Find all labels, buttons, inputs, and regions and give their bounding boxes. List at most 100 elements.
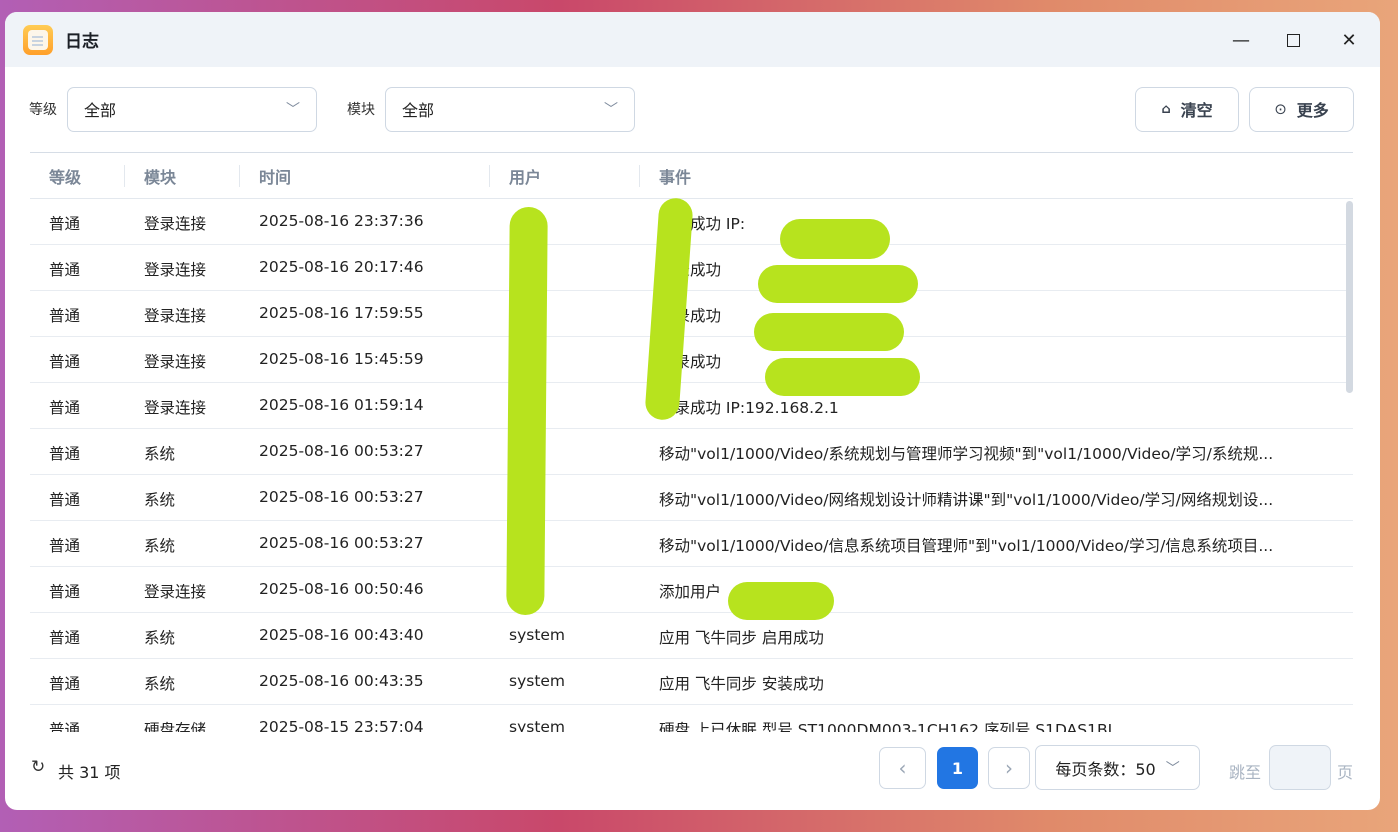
page-size-value: 每页条数：50 xyxy=(1055,759,1156,779)
cell-time: 2025-08-16 00:43:40 xyxy=(259,626,424,644)
cell-event: 应用 飞牛同步 启用成功 xyxy=(659,629,824,647)
module-filter-label: 模块 xyxy=(347,102,375,118)
cell-time: 2025-08-16 20:17:46 xyxy=(259,258,424,276)
maximize-button[interactable] xyxy=(1279,26,1307,54)
cell-time: 2025-08-16 00:50:46 xyxy=(259,580,424,598)
cell-level: 普通 xyxy=(49,583,81,601)
redaction-mark xyxy=(506,206,548,616)
header-user[interactable]: 用户 xyxy=(509,165,541,187)
cell-level: 普通 xyxy=(49,353,81,371)
cell-event: 移动"vol1/1000/Video/系统规划与管理师学习视频"到"vol1/1… xyxy=(659,445,1274,463)
more-button[interactable]: ⊙ 更多 xyxy=(1249,86,1354,132)
header-module[interactable]: 模块 xyxy=(144,165,176,187)
chevron-down-icon: ﹀ xyxy=(1165,760,1180,777)
cell-module: 登录连接 xyxy=(144,353,207,371)
cell-event: 应用 飞牛同步 安装成功 xyxy=(659,675,824,693)
table-row[interactable]: 普通 系统 2025-08-16 00:53:27 移动"vol1/1000/Vide… xyxy=(30,429,1353,475)
more-label: 更多 xyxy=(1296,101,1329,120)
next-page-button[interactable]: › xyxy=(988,747,1030,789)
level-filter-label: 等级 xyxy=(29,102,57,118)
cell-level: 普通 xyxy=(49,537,81,555)
cell-module: 登录连接 xyxy=(144,307,207,325)
cell-user: system xyxy=(509,718,566,732)
minimize-button[interactable]: — xyxy=(1227,26,1255,54)
cell-event: 登录成功 IP:192.168.2.1 xyxy=(659,399,839,417)
cell-time: 2025-08-16 23:37:36 xyxy=(259,212,424,230)
cell-module: 登录连接 xyxy=(144,215,207,233)
table-row[interactable]: 普通 登录连接 2025-08-16 20:17:46 登录成功 xyxy=(30,245,1353,291)
table-row[interactable]: 普通 登录连接 2025-08-16 15:45:59 登录成功 xyxy=(30,337,1353,383)
cell-time: 2025-08-16 00:43:35 xyxy=(259,672,424,690)
cell-level: 普通 xyxy=(49,307,81,325)
clear-button[interactable]: ⌂ 清空 xyxy=(1135,86,1239,132)
table-body: 普通 登录连接 2025-08-16 23:37:36 登录成功 IP: 普通 登录连接 2… xyxy=(30,199,1353,732)
cell-module: 登录连接 xyxy=(144,261,207,279)
table-row[interactable]: 普通 登录连接 2025-08-16 00:50:46 添加用户 xyxy=(30,567,1353,613)
cell-time: 2025-08-16 00:53:27 xyxy=(259,442,424,460)
cell-time: 2025-08-16 15:45:59 xyxy=(259,350,424,368)
module-select-value: 全部 xyxy=(402,101,435,120)
redaction-mark xyxy=(780,219,890,259)
cell-event: 添加用户 xyxy=(659,583,722,601)
header-time[interactable]: 时间 xyxy=(259,165,291,187)
log-table: 等级 模块 时间 用户 事件 普通 登录连接 2025-08-16 23:37:36… xyxy=(30,152,1353,732)
cell-level: 普通 xyxy=(49,445,81,463)
table-header: 等级 模块 时间 用户 事件 xyxy=(30,153,1353,199)
cell-level: 普通 xyxy=(49,629,81,647)
table-row[interactable]: 普通 登录连接 2025-08-16 01:59:14 登录成功 IP:192.168… xyxy=(30,383,1353,429)
cell-module: 系统 xyxy=(144,629,176,647)
redaction-mark xyxy=(758,265,918,303)
log-window: 日志 — ✕ 等级 全部 ﹀ 模块 全部 ﹀ ⌂ 清空 ⊙ 更多 等级 模块 时间 用户… xyxy=(5,12,1380,810)
cell-event: 移动"vol1/1000/Video/信息系统项目管理师"到"vol1/1000… xyxy=(659,537,1274,555)
page-1-button[interactable]: 1 xyxy=(937,747,978,789)
table-row[interactable]: 普通 登录连接 2025-08-16 17:59:55 登录成功 xyxy=(30,291,1353,337)
chevron-down-icon: ﹀ xyxy=(286,102,300,118)
cell-module: 系统 xyxy=(144,491,176,509)
page-size-select[interactable]: 每页条数：50 ﹀ xyxy=(1035,745,1200,790)
more-icon: ⊙ xyxy=(1274,100,1287,118)
table-row[interactable]: 普通 系统 2025-08-16 00:43:35 system 应用 飞牛同步 安装成… xyxy=(30,659,1353,705)
cell-time: 2025-08-15 23:57:04 xyxy=(259,718,424,732)
cell-module: 登录连接 xyxy=(144,583,207,601)
redaction-mark xyxy=(765,358,920,396)
cell-level: 普通 xyxy=(49,491,81,509)
pagination-bar: ↻ 共 31 项 ‹ 1 › 每页条数：50 ﹀ 跳至 页 xyxy=(5,745,1380,791)
close-button[interactable]: ✕ xyxy=(1335,26,1363,54)
table-row[interactable]: 普通 系统 2025-08-16 00:53:27 移动"vol1/1000/Vide… xyxy=(30,475,1353,521)
chevron-down-icon: ﹀ xyxy=(604,102,618,118)
window-title: 日志 xyxy=(65,32,99,52)
cell-module: 系统 xyxy=(144,537,176,555)
cell-level: 普通 xyxy=(49,261,81,279)
cell-module: 硬盘存储 xyxy=(144,721,207,732)
cell-module: 系统 xyxy=(144,445,176,463)
header-level[interactable]: 等级 xyxy=(49,165,81,187)
cell-module: 登录连接 xyxy=(144,399,207,417)
redaction-mark xyxy=(728,582,834,620)
cell-level: 普通 xyxy=(49,215,81,233)
prev-page-button[interactable]: ‹ xyxy=(879,747,926,789)
redaction-mark xyxy=(754,313,904,351)
module-select[interactable]: 全部 ﹀ xyxy=(385,86,635,132)
cell-event: 硬盘 上已休眠 型号 ST1000DM003-1CH162 序列号 S1DAS1… xyxy=(659,721,1113,732)
cell-time: 2025-08-16 01:59:14 xyxy=(259,396,424,414)
cell-time: 2025-08-16 00:53:27 xyxy=(259,488,424,506)
header-event[interactable]: 事件 xyxy=(659,165,691,187)
cell-module: 系统 xyxy=(144,675,176,693)
cell-level: 普通 xyxy=(49,675,81,693)
filter-bar: 等级 全部 ﹀ 模块 全部 ﹀ ⌂ 清空 ⊙ 更多 xyxy=(29,86,1354,132)
jump-label: 跳至 xyxy=(1229,763,1262,782)
brush-icon: ⌂ xyxy=(1161,101,1171,117)
level-select[interactable]: 全部 ﹀ xyxy=(67,86,317,132)
cell-user: system xyxy=(509,672,566,690)
table-row[interactable]: 普通 系统 2025-08-16 00:43:40 system 应用 飞牛同步 启用成… xyxy=(30,613,1353,659)
total-count: 共 31 项 xyxy=(58,763,121,782)
cell-level: 普通 xyxy=(49,721,81,732)
scrollbar[interactable] xyxy=(1346,201,1353,393)
jump-page-input[interactable] xyxy=(1269,745,1331,790)
cell-user: system xyxy=(509,626,566,644)
table-row[interactable]: 普通 系统 2025-08-16 00:53:27 移动"vol1/1000/Vide… xyxy=(30,521,1353,567)
log-app-icon xyxy=(23,24,53,55)
refresh-icon[interactable]: ↻ xyxy=(31,757,45,777)
cell-level: 普通 xyxy=(49,399,81,417)
table-row[interactable]: 普通 硬盘存储 2025-08-15 23:57:04 system 硬盘 上已休眠 型… xyxy=(30,705,1353,732)
